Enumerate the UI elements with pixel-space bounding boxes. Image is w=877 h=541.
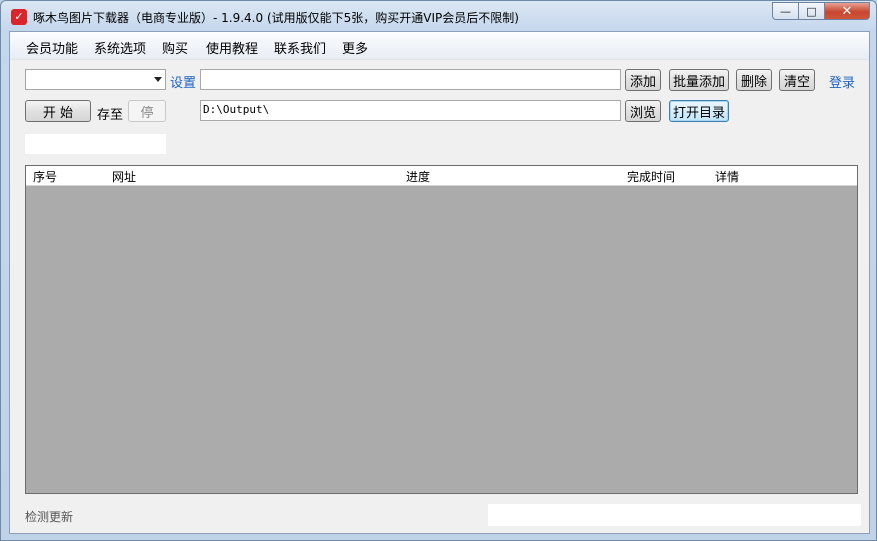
menu-buy[interactable]: 购买 — [162, 38, 188, 57]
delete-button[interactable]: 删除 — [736, 69, 772, 91]
mode-combobox[interactable] — [25, 69, 166, 90]
start-button[interactable]: 开 始 — [25, 100, 91, 122]
list-header: 序号 网址 进度 完成时间 详情 — [26, 166, 857, 186]
stop-button-label: 停 — [140, 105, 154, 121]
browse-button[interactable]: 浏览 — [625, 100, 661, 122]
status-message-box — [488, 504, 861, 526]
client-area: 会员功能 系统选项 购买 使用教程 联系我们 更多 设置 添加 批量添加 删除 … — [9, 31, 870, 534]
login-link[interactable]: 登录 — [829, 72, 855, 91]
close-button[interactable]: ✕ — [825, 2, 870, 20]
maximize-button[interactable]: □ — [799, 2, 825, 20]
clear-button[interactable]: 清空 — [779, 69, 815, 91]
chevron-down-icon[interactable] — [154, 77, 162, 82]
app-window: ✓ 啄木鸟图片下载器（电商专业版）- 1.9.4.0 (试用版仅能下5张，购买开… — [0, 0, 877, 541]
menu-bar: 会员功能 系统选项 购买 使用教程 联系我们 更多 — [10, 32, 869, 60]
woodpecker-app-icon[interactable]: ✓ — [11, 9, 27, 25]
stop-button[interactable]: 停 — [128, 100, 166, 122]
menu-more[interactable]: 更多 — [342, 38, 368, 57]
column-details[interactable]: 详情 — [715, 168, 739, 185]
save-to-label: 存至 — [97, 108, 124, 123]
title-bar[interactable]: ✓ 啄木鸟图片下载器（电商专业版）- 1.9.4.0 (试用版仅能下5张，购买开… — [1, 1, 876, 31]
download-list[interactable]: 序号 网址 进度 完成时间 详情 — [25, 165, 858, 494]
column-url[interactable]: 网址 — [112, 168, 136, 185]
settings-link[interactable]: 设置 — [170, 72, 196, 91]
column-finish-time[interactable]: 完成时间 — [627, 168, 675, 185]
menu-contact-us[interactable]: 联系我们 — [274, 38, 326, 57]
batch-add-button[interactable]: 批量添加 — [669, 69, 729, 91]
minimize-button[interactable]: — — [772, 2, 799, 20]
url-input[interactable] — [200, 69, 621, 90]
window-title: 啄木鸟图片下载器（电商专业版）- 1.9.4.0 (试用版仅能下5张，购买开通V… — [33, 11, 519, 25]
add-button[interactable]: 添加 — [625, 69, 661, 91]
progress-panel — [25, 134, 166, 154]
output-path-input[interactable]: D:\Output\ — [200, 100, 621, 121]
menu-tutorial[interactable]: 使用教程 — [206, 38, 258, 57]
menu-member-features[interactable]: 会员功能 — [26, 38, 78, 57]
check-update-link[interactable]: 检测更新 — [25, 508, 73, 525]
column-progress[interactable]: 进度 — [406, 168, 430, 185]
menu-system-options[interactable]: 系统选项 — [94, 38, 146, 57]
open-directory-button[interactable]: 打开目录 — [669, 100, 729, 122]
window-controls: — □ ✕ — [772, 2, 870, 20]
column-index[interactable]: 序号 — [33, 168, 57, 185]
